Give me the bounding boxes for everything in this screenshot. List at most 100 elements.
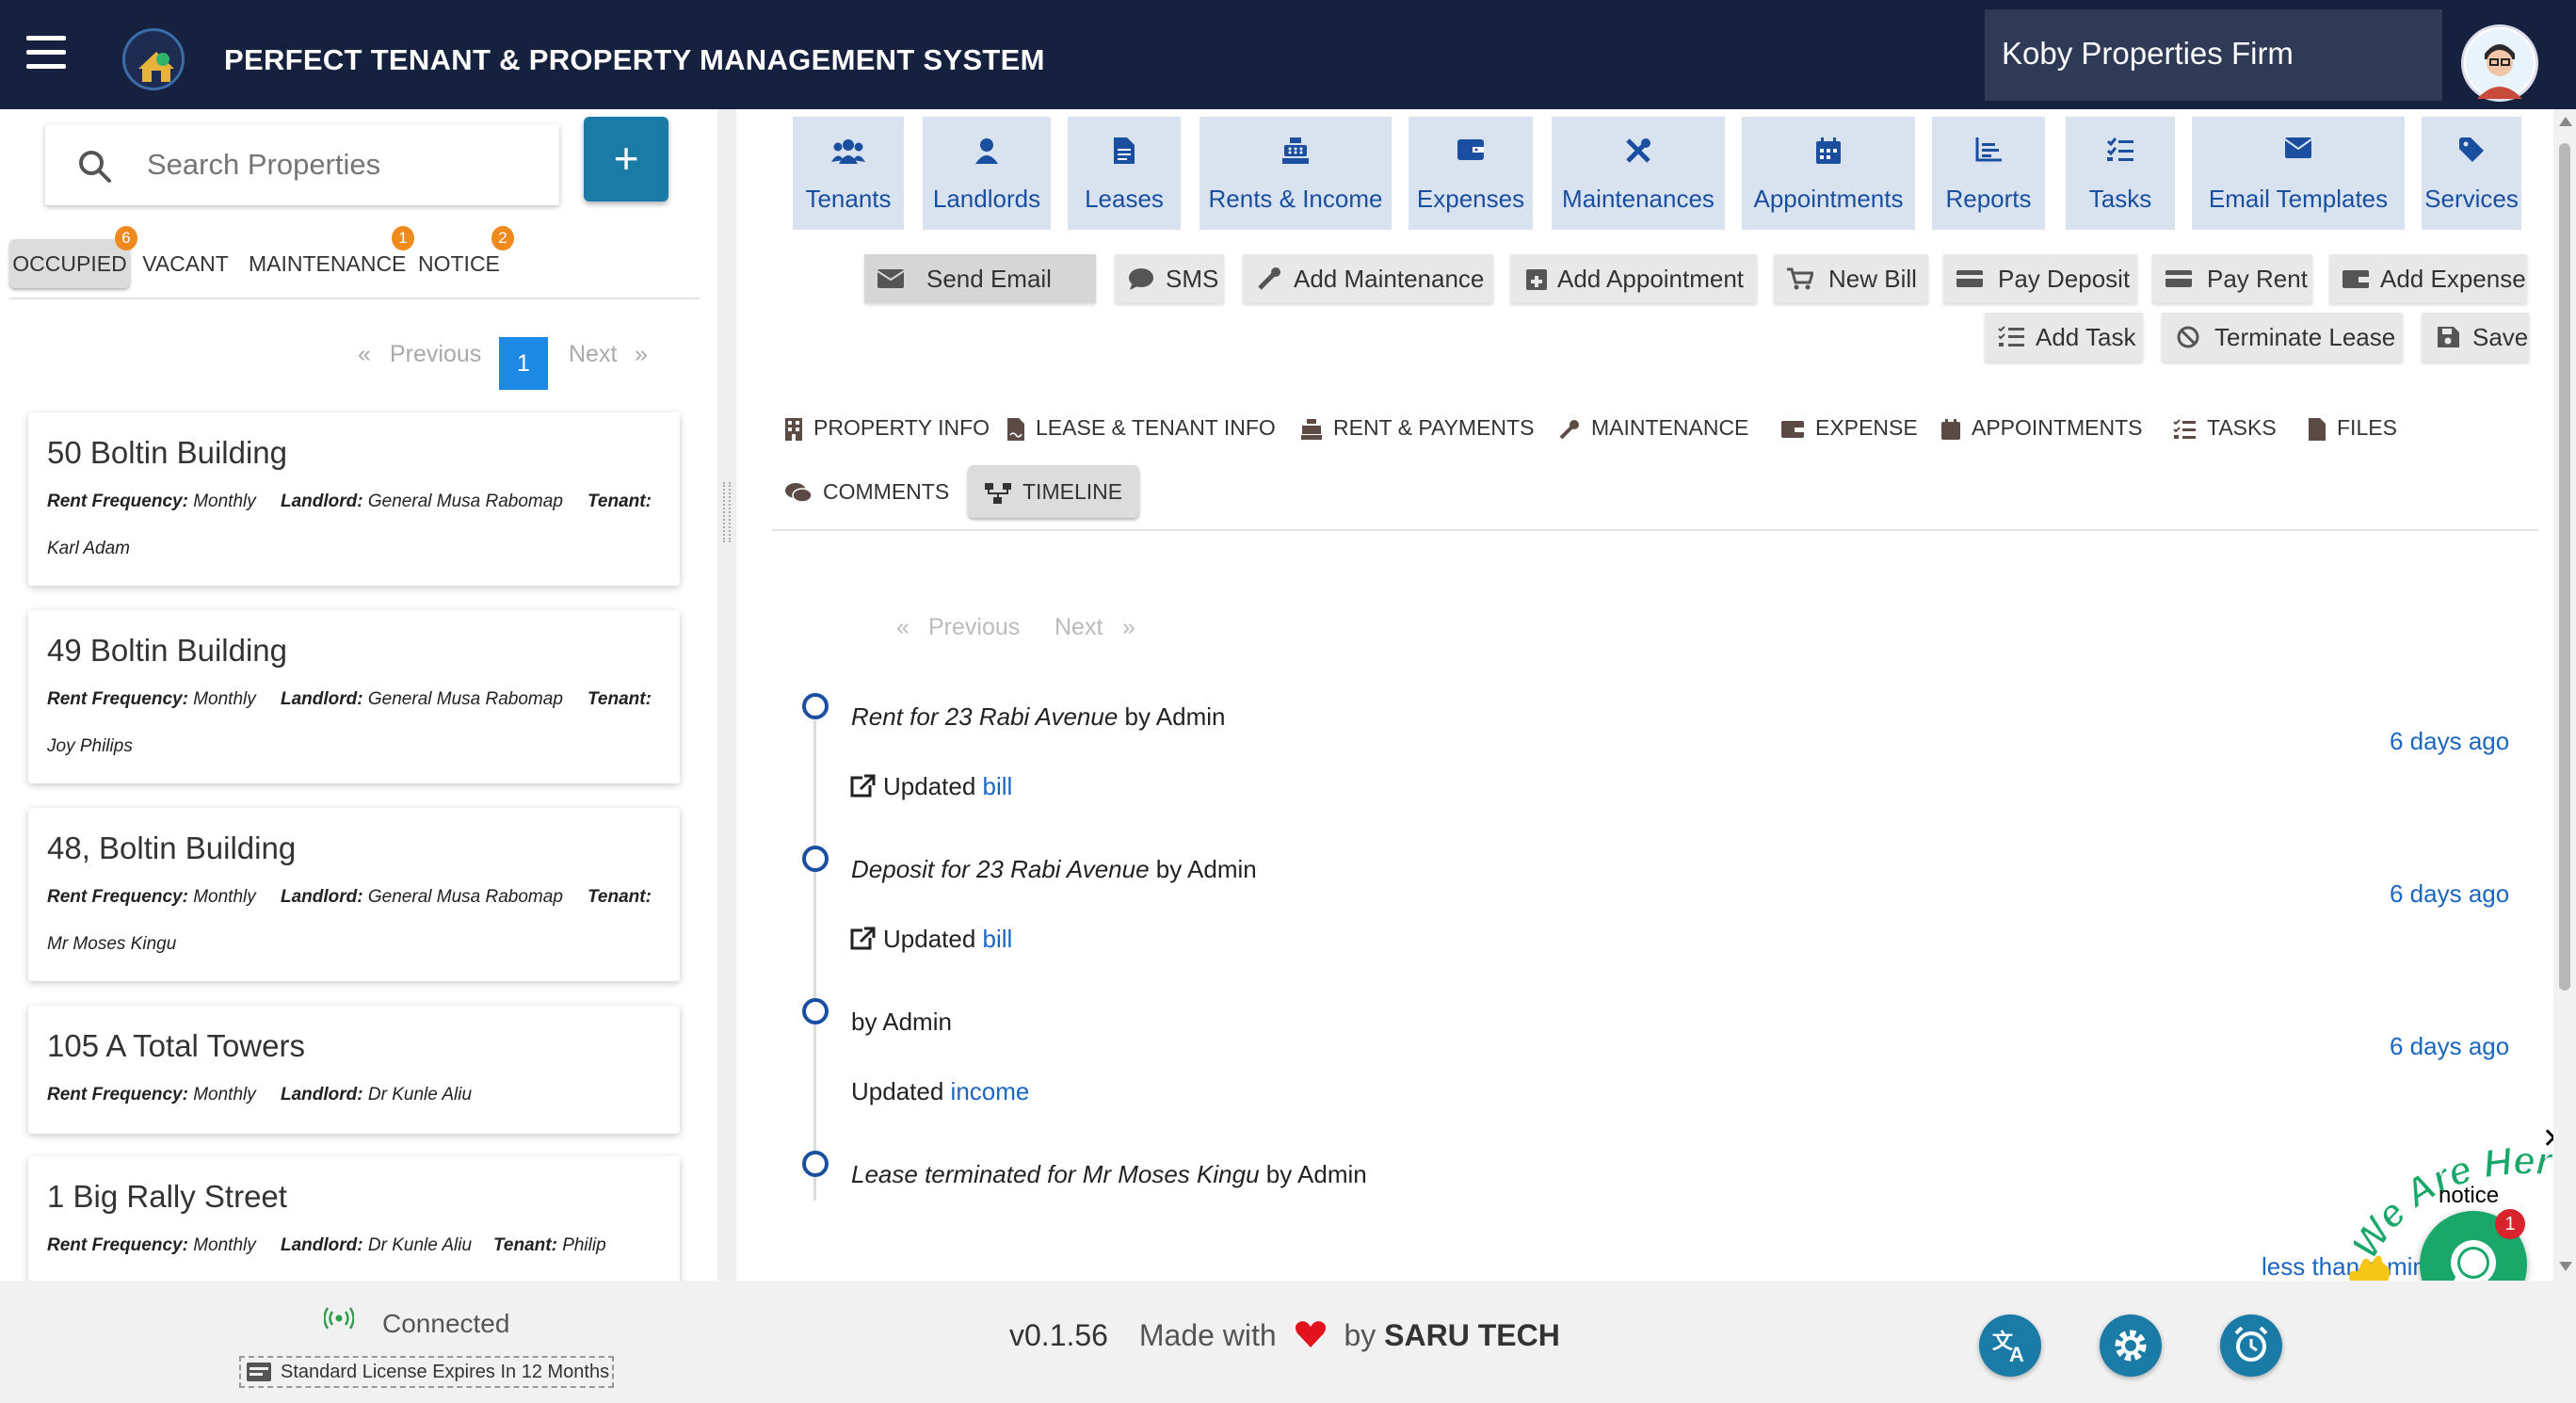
- occupied-count-badge: 6: [115, 226, 137, 250]
- cart-plus-icon: [1787, 267, 1813, 290]
- timeline-line: [813, 720, 816, 1201]
- timeline-icon: [985, 482, 1011, 504]
- terminate-lease-button[interactable]: Terminate Lease: [2162, 313, 2403, 362]
- firm-selector[interactable]: Koby Properties Firm: [1985, 9, 2442, 101]
- property-card[interactable]: 105 A Total Towers Rent Frequency: Month…: [28, 1006, 680, 1134]
- bill-link[interactable]: bill: [983, 772, 1013, 800]
- app-header: PERFECT TENANT & PROPERTY MANAGEMENT SYS…: [0, 0, 2576, 109]
- splitter-grip-icon[interactable]: [723, 482, 731, 542]
- property-tenant: Mr Moses Kingu: [47, 934, 177, 954]
- tab-expense[interactable]: EXPENSE: [1781, 403, 1918, 452]
- credit-card-icon: [1956, 270, 1983, 287]
- add-maintenance-button[interactable]: Add Maintenance: [1243, 254, 1493, 303]
- main-scrollbar[interactable]: [2553, 109, 2576, 1281]
- add-expense-button[interactable]: Add Expense: [2329, 254, 2527, 303]
- tab-appointments[interactable]: APPOINTMENTS: [1941, 403, 2142, 452]
- pagination-page-1[interactable]: 1: [499, 337, 548, 390]
- file-icon: [1114, 137, 1135, 164]
- cash-register-icon: [1301, 418, 1322, 440]
- settings-button[interactable]: [2100, 1314, 2162, 1377]
- divider: [772, 529, 2538, 531]
- property-tenant-label: Tenant:: [588, 887, 652, 907]
- scrollbar-thumb[interactable]: [2559, 143, 2570, 991]
- timeline-entry-title: Deposit for 23 Rabi Avenue by Admin: [851, 855, 1257, 883]
- wrench-icon: [1258, 267, 1280, 290]
- tab-lease-tenant-info[interactable]: LEASE & TENANT INFO: [1007, 403, 1276, 452]
- income-link[interactable]: income: [951, 1077, 1030, 1105]
- hamburger-menu-icon[interactable]: [26, 36, 66, 70]
- property-card[interactable]: 49 Boltin Building Rent Frequency: Month…: [28, 610, 680, 783]
- timeline-prev[interactable]: Previous: [928, 614, 1020, 641]
- floppy-disk-icon: [2438, 327, 2459, 347]
- add-property-button[interactable]: +: [584, 117, 668, 202]
- filter-tab-vacant[interactable]: VACANT: [141, 239, 230, 288]
- translate-button[interactable]: 文A: [1979, 1314, 2041, 1377]
- tab-property-info[interactable]: PROPERTY INFO: [785, 403, 990, 452]
- pagination-prev-arrow: «: [358, 341, 371, 367]
- button-label: Pay Deposit: [1998, 265, 2131, 293]
- button-label: Add Maintenance: [1294, 265, 1485, 293]
- new-bill-button[interactable]: New Bill: [1774, 254, 1928, 303]
- user-avatar[interactable]: [2461, 24, 2538, 102]
- nav-tasks[interactable]: Tasks: [2066, 117, 2175, 230]
- nav-appointments[interactable]: Appointments: [1742, 117, 1915, 230]
- tab-timeline[interactable]: TIMELINE: [968, 465, 1140, 518]
- timeline-dot: [802, 846, 829, 872]
- file-icon: [2309, 417, 2326, 441]
- tab-maintenance[interactable]: MAINTENANCE: [1559, 403, 1748, 452]
- filter-tab-occupied[interactable]: OCCUPIED: [9, 239, 130, 288]
- panel-splitter[interactable]: [717, 109, 736, 1281]
- nav-reports[interactable]: Reports: [1932, 117, 2045, 230]
- search-properties-input[interactable]: [147, 143, 542, 186]
- add-appointment-button[interactable]: Add Appointment: [1510, 254, 1757, 303]
- nav-rents-income[interactable]: Rents & Income: [1199, 117, 1392, 230]
- timeline-entry-detail: Updated bill: [849, 925, 1012, 954]
- property-card[interactable]: 50 Boltin Building Rent Frequency: Month…: [28, 412, 680, 586]
- calendar-icon: [1816, 137, 1841, 164]
- add-task-button[interactable]: Add Task: [1985, 313, 2143, 362]
- property-title: 48, Boltin Building: [47, 831, 297, 865]
- scroll-up-arrow-icon[interactable]: [2559, 117, 2572, 126]
- reminders-button[interactable]: [2220, 1314, 2282, 1377]
- nav-services[interactable]: Services: [2422, 117, 2521, 230]
- button-label: New Bill: [1828, 265, 1917, 293]
- filter-tab-maintenance[interactable]: MAINTENANCE: [249, 239, 406, 288]
- tab-tasks[interactable]: TASKS: [2173, 403, 2277, 452]
- tab-comments[interactable]: COMMENTS: [785, 467, 949, 516]
- nav-tenants[interactable]: Tenants: [793, 117, 904, 230]
- timeline-entry-title: Lease terminated for Mr Moses Kingu by A…: [851, 1160, 1367, 1188]
- property-card[interactable]: 48, Boltin Building Rent Frequency: Mont…: [28, 808, 680, 981]
- filter-tab-notice[interactable]: NOTICE: [418, 239, 500, 288]
- sms-button[interactable]: SMS: [1115, 254, 1224, 303]
- pay-deposit-button[interactable]: Pay Deposit: [1943, 254, 2137, 303]
- properties-sidebar: + OCCUPIED 6 VACANT MAINTENANCE 1 NOTICE…: [0, 109, 716, 1281]
- maintenance-count-badge: 1: [392, 226, 414, 250]
- nav-landlords[interactable]: Landlords: [923, 117, 1051, 230]
- property-tenant: Karl Adam: [47, 539, 130, 558]
- property-tenant: Joy Philips: [47, 736, 133, 756]
- ban-icon: [2177, 326, 2199, 348]
- property-card[interactable]: 1 Big Rally Street Rent Frequency: Month…: [28, 1156, 680, 1281]
- pagination-prev[interactable]: Previous: [390, 341, 481, 368]
- scroll-down-arrow-icon[interactable]: [2559, 1262, 2572, 1271]
- wallet-icon: [1781, 420, 1804, 438]
- tab-rent-payments[interactable]: RENT & PAYMENTS: [1301, 403, 1534, 452]
- button-label: Add Appointment: [1557, 265, 1745, 293]
- pay-rent-button[interactable]: Pay Rent: [2152, 254, 2312, 303]
- bill-link[interactable]: bill: [983, 925, 1013, 953]
- send-email-button[interactable]: Send Email: [864, 254, 1096, 303]
- nav-label: Maintenances: [1562, 185, 1715, 213]
- svg-text:A: A: [2009, 1343, 2024, 1365]
- property-title: 50 Boltin Building: [47, 435, 288, 470]
- nav-leases[interactable]: Leases: [1068, 117, 1181, 230]
- nav-maintenances[interactable]: Maintenances: [1552, 117, 1725, 230]
- property-title: 1 Big Rally Street: [47, 1179, 287, 1214]
- tab-files[interactable]: FILES: [2309, 403, 2397, 452]
- nav-expenses[interactable]: Expenses: [1409, 117, 1533, 230]
- save-button[interactable]: Save: [2422, 313, 2529, 362]
- timeline-next[interactable]: Next: [1055, 614, 1103, 641]
- footer-credits: v0.1.56 Made with by SARU TECH: [1009, 1318, 1560, 1352]
- nav-email-templates[interactable]: Email Templates: [2192, 117, 2405, 230]
- property-tenant-label: Tenant:: [588, 492, 652, 511]
- pagination-next[interactable]: Next: [569, 341, 617, 368]
